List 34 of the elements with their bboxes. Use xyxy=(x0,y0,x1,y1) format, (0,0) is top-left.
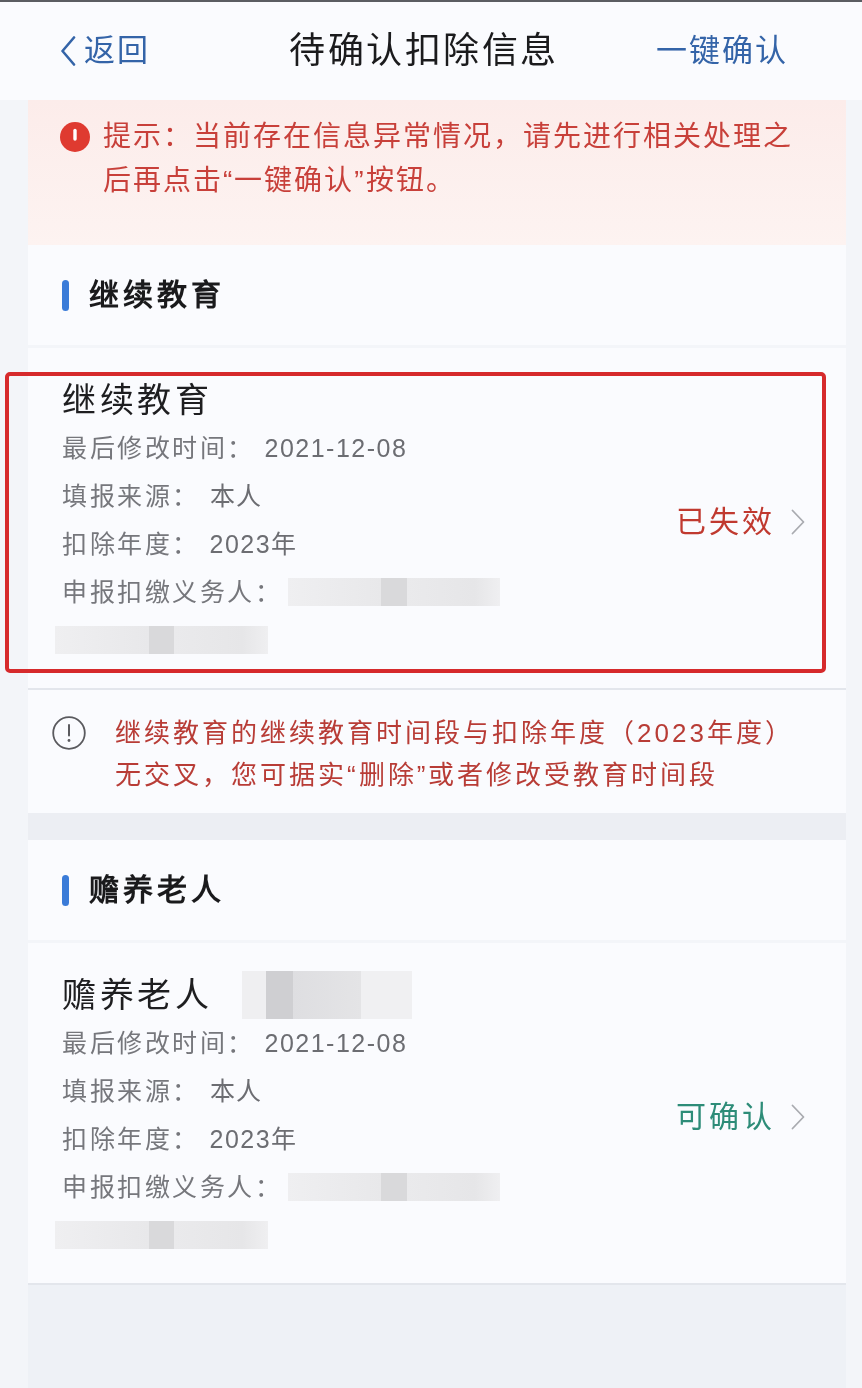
item-title: 继续教育 xyxy=(62,380,212,421)
field-label: 最后修改时间： xyxy=(62,433,255,464)
field-label: 扣除年度： xyxy=(62,1124,200,1155)
field-label: 申报扣缴义务人： xyxy=(62,1172,282,1203)
section-title: 赡养老人 xyxy=(89,872,225,908)
notice-text: 继续教育的继续教育时间段与扣除年度（2023年度）无交叉，您可据实“删除”或者修改受教育时间段 xyxy=(115,717,795,792)
field-value: 2023年 xyxy=(209,1124,298,1155)
status-text: 已失效 xyxy=(676,504,775,540)
field-label: 填报来源： xyxy=(62,1076,200,1107)
field-label: 申报扣缴义务人： xyxy=(62,577,282,608)
field-label: 最后修改时间： xyxy=(62,1028,255,1059)
chevron-icon xyxy=(791,1104,805,1130)
deduction-item[interactable]: 赡养老人 最后修改时间： 2021-12-08 填报来源： 本人 扣除年度： 2023年 申报扣缴义务人： 可确认 xyxy=(5,967,826,1268)
back-button[interactable]: 返回 xyxy=(60,31,150,71)
alert-text: 提示：当前存在信息异常情况，请先进行相关处理之后再点击“一键确认”按钮。 xyxy=(103,120,794,198)
field-value: 2021-12-08 xyxy=(264,433,408,464)
chevron-icon xyxy=(791,509,805,535)
alert-icon xyxy=(60,122,90,152)
field-label: 填报来源： xyxy=(62,481,200,512)
section-accent-bar xyxy=(62,279,69,311)
page-title: 待确认扣除信息 xyxy=(289,29,559,73)
status-text: 可确认 xyxy=(676,1099,775,1135)
item-title: 赡养老人 xyxy=(62,975,212,1016)
deduction-item[interactable]: 继续教育 最后修改时间： 2021-12-08 填报来源： 本人 扣除年度： 2023年 申报扣缴义务人： 已失效 xyxy=(5,372,826,673)
field-value: 2023年 xyxy=(209,529,298,560)
section-accent-bar xyxy=(62,874,69,906)
section-title: 继续教育 xyxy=(89,277,225,313)
field-value: 本人 xyxy=(209,1076,263,1107)
field-value: 2021-12-08 xyxy=(264,1028,408,1059)
back-chevron-icon xyxy=(60,36,76,66)
confirm-all-button[interactable]: 一键确认 xyxy=(656,31,788,71)
field-label: 扣除年度： xyxy=(62,529,200,560)
exclamation-icon xyxy=(52,716,86,750)
field-value: 本人 xyxy=(209,481,263,512)
